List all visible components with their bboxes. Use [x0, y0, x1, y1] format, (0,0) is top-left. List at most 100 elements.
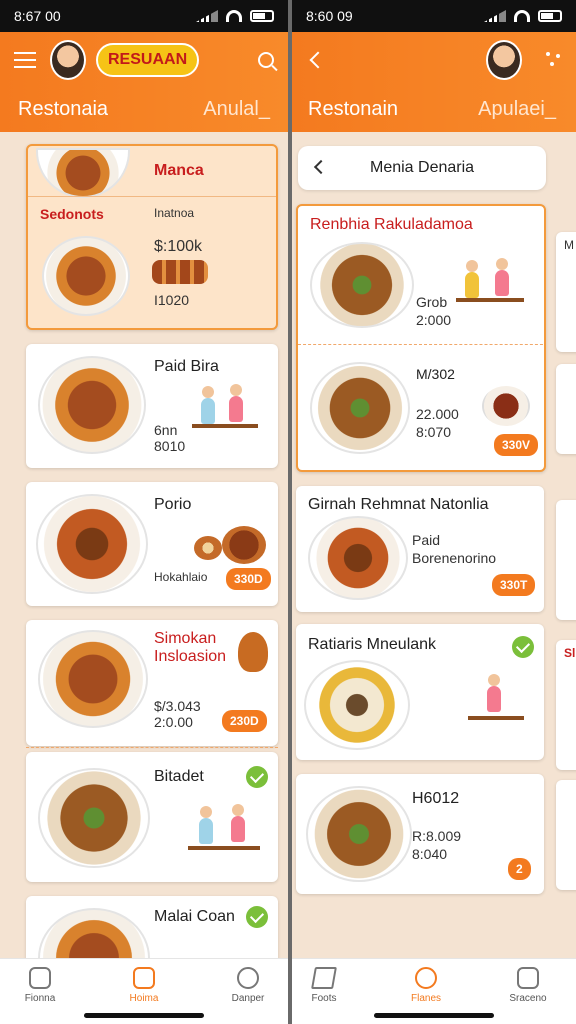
card-title: Girnah Rehmnat Natonlia	[308, 496, 489, 513]
card-line-1: 6nn	[154, 422, 178, 438]
card-title: H6012	[412, 790, 460, 807]
menu-card-simokan[interactable]: Simokan Insloasion $/3.043 2:0.00 230D	[26, 620, 278, 746]
menu-card-paid-bira[interactable]: Paid Bira 6nn 8010	[26, 344, 278, 468]
menu-card-ratiaris[interactable]: Ratiaris Mneulank	[296, 624, 544, 760]
phone-icon	[517, 967, 539, 989]
side-dish-icon	[222, 526, 266, 564]
check-icon[interactable]	[512, 636, 534, 658]
search-icon[interactable]	[258, 51, 274, 68]
bottom-nav: Fionna Hoima Danper	[0, 958, 288, 1024]
nav-menu[interactable]: Hoima	[104, 967, 184, 1004]
divider	[28, 196, 276, 197]
partial-card[interactable]	[556, 780, 576, 890]
partial-card[interactable]: Sl	[556, 640, 576, 770]
signal-icon	[484, 10, 506, 22]
home-indicator	[374, 1013, 494, 1018]
battery-icon	[538, 10, 562, 22]
menu-icon	[133, 967, 155, 989]
card-title: Ratiaris Mneulank	[308, 636, 437, 653]
side-dish-icon	[194, 536, 222, 560]
price-badge[interactable]: 230D	[222, 710, 267, 732]
nav-phone[interactable]: Sraceno	[488, 967, 568, 1004]
dish-image	[38, 768, 150, 868]
menu-card-girnah[interactable]: Girnah Rehmnat Natonlia Paid Borenenorin…	[296, 486, 544, 612]
price-badge[interactable]: 330D	[226, 568, 271, 590]
home-indicator	[84, 1013, 204, 1018]
chevron-left-icon[interactable]	[313, 159, 329, 175]
bread-icon	[152, 260, 208, 284]
card-line-2: Borenenorino	[412, 550, 497, 566]
price-badge[interactable]: 330T	[492, 574, 536, 596]
nav-label: Foots	[311, 993, 337, 1004]
menu-header-bar[interactable]: Menia Denaria	[298, 146, 546, 190]
check-icon[interactable]	[246, 906, 268, 928]
bread-icon	[238, 632, 268, 672]
menu-card-h6012[interactable]: H6012 R:8.009 8:040 2	[296, 774, 544, 894]
card-title: Manca	[154, 162, 204, 179]
diners-illustration	[456, 258, 528, 324]
status-bar: 8:60 09	[292, 0, 576, 32]
menu-card-porio[interactable]: Porio Hokahlaio 330D	[26, 482, 278, 606]
header-subtitle[interactable]: Apulaei_	[478, 98, 556, 121]
chef-avatar	[486, 39, 522, 80]
send-icon	[311, 967, 337, 989]
status-bar: 8:67 00	[0, 0, 288, 32]
nav-flames[interactable]: Flanes	[386, 967, 466, 1004]
nav-history[interactable]: Danper	[208, 967, 288, 1004]
divider	[26, 747, 278, 748]
price-badge[interactable]: 330V	[494, 434, 539, 456]
menu-icon[interactable]	[14, 51, 36, 68]
bottom-nav: Foots Flanes Sraceno	[292, 958, 576, 1024]
price-badge[interactable]: 2	[508, 858, 531, 880]
nav-home[interactable]: Fionna	[0, 967, 80, 1004]
wifi-icon	[226, 10, 242, 22]
card-title: Renbhia Rakuladamoa	[310, 216, 473, 233]
wifi-icon	[514, 10, 530, 22]
header-title: Restonaia	[18, 98, 109, 120]
card-line-2: 8010	[154, 438, 186, 454]
dish-image	[38, 630, 148, 728]
card-line-2: 2:0.00	[154, 714, 193, 730]
card-line-1: Grob	[416, 294, 448, 310]
menu-card-manca[interactable]: Manca Sedonots Inatnoa $:100k I1020	[26, 144, 278, 330]
card-title: Bitadet	[154, 768, 204, 785]
card-title: Porio	[154, 496, 192, 513]
card-line-1: $/3.043	[154, 698, 201, 714]
signal-icon	[196, 10, 218, 22]
card-line-1: 22.000	[416, 406, 459, 422]
header-title: Restonain	[308, 98, 399, 120]
dish-image	[310, 362, 410, 454]
card-line-1: R:8.009	[412, 828, 462, 844]
card-line-1: Paid	[412, 532, 441, 548]
nav-label: Danper	[231, 993, 265, 1004]
battery-icon	[250, 10, 274, 22]
diners-illustration	[188, 804, 264, 874]
partial-card-label: M	[564, 238, 574, 252]
card-title: M/302	[416, 366, 455, 382]
card-line-2: 8:040	[412, 846, 448, 862]
dish-image	[36, 494, 148, 594]
check-icon[interactable]	[246, 766, 268, 788]
dish-image	[36, 148, 130, 198]
side-dish-icon	[482, 386, 530, 426]
diners-illustration	[192, 384, 262, 450]
more-icon[interactable]	[546, 51, 562, 68]
dish-image	[304, 660, 410, 750]
card-price: $:100k	[154, 238, 203, 255]
divider	[298, 344, 544, 345]
dish-image	[42, 236, 130, 316]
nav-posts[interactable]: Foots	[292, 967, 364, 1004]
bolt-icon	[415, 967, 437, 989]
menu-card-bitadet[interactable]: Bitadet	[26, 752, 278, 882]
menu-card-renbhia[interactable]: Renbhia Rakuladamoa Grob 2:000 M/302 22.…	[296, 204, 546, 472]
back-icon[interactable]	[309, 51, 327, 68]
partial-card[interactable]	[556, 500, 576, 620]
partial-card[interactable]: M	[556, 232, 576, 352]
status-icons	[484, 10, 562, 22]
partial-card[interactable]	[556, 364, 576, 454]
clock-icon	[237, 967, 259, 989]
app-header: RESUAAN Restonaia Anulal_	[0, 32, 288, 132]
header-subtitle[interactable]: Anulal_	[203, 98, 270, 121]
app-header: Restonain Apulaei_	[292, 32, 576, 132]
chef-avatar	[50, 39, 86, 80]
